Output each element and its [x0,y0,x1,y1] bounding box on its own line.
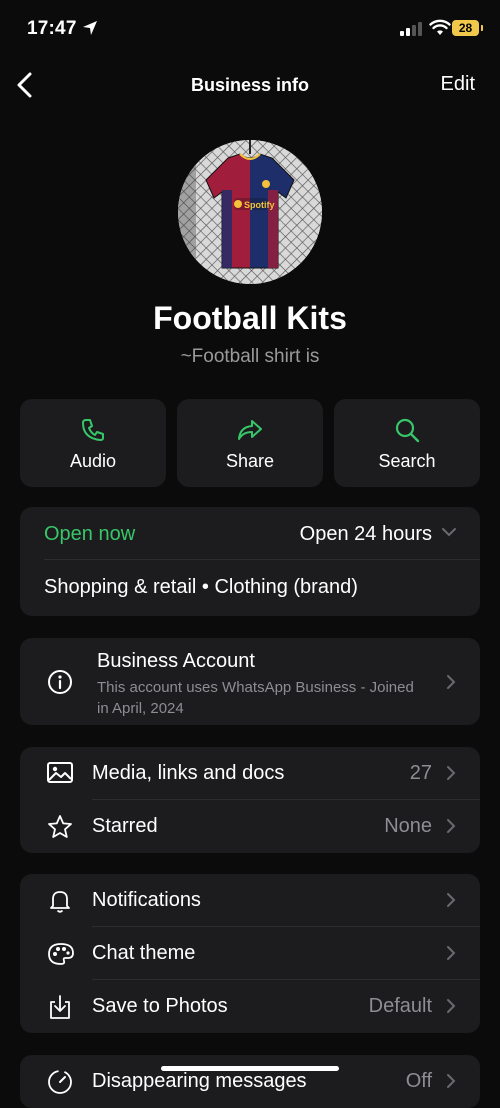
bell-icon [50,891,70,913]
status-bar: 17:47 28 [0,0,500,60]
hours-row[interactable]: Open now Open 24 hours [20,507,480,560]
wifi-icon [429,19,451,35]
chevron-right-icon [447,893,456,907]
share-label: Share [225,451,275,471]
share-icon [238,420,262,440]
image-icon [47,762,73,783]
page-title: Business info [190,75,310,95]
search-label: Search [378,451,436,471]
search-icon [395,418,420,443]
chevron-right-icon [447,999,456,1013]
download-icon [50,995,70,1019]
media-card: Media, links and docs 27 Starred None [20,747,480,853]
chevron-right-icon [447,1074,456,1088]
quick-actions: Audio Share Search [20,399,480,487]
starred-row[interactable]: Starred None [20,800,480,853]
chevron-right-icon [447,819,456,833]
save-to-photos-row[interactable]: Save to Photos Default [20,980,480,1033]
chevron-right-icon [447,675,456,689]
category-row: Shopping & retail • Clothing (brand) [20,560,480,613]
profile-subtitle: ~Football shirt is [180,346,320,367]
profile-name: Football Kits [153,300,347,336]
timer-icon [48,1070,72,1094]
star-icon [48,815,72,838]
palette-icon [48,943,74,965]
chevron-down-icon [442,528,456,537]
media-links-docs-row[interactable]: Media, links and docs 27 [20,747,480,800]
business-category: Shopping & retail • Clothing (brand) [44,576,358,598]
business-account-card[interactable]: Business Account This account uses Whats… [20,638,480,725]
business-account-title: Business Account [97,650,255,672]
media-count: 27 [409,762,432,784]
nav-bar: Business info Edit [0,60,500,110]
phone-icon [82,419,104,441]
open-status: Open now [44,523,136,545]
chevron-right-icon [447,946,456,960]
notifications-label: Notifications [92,889,201,911]
save-to-photos-label: Save to Photos [92,995,228,1017]
audio-call-button[interactable]: Audio [20,399,166,487]
location-arrow-icon [83,21,97,35]
business-account-description: This account uses WhatsApp Business - Jo… [97,679,414,717]
battery-indicator: 28 [452,20,483,36]
hours-value: Open 24 hours [299,523,432,545]
profile-avatar[interactable]: Spotify [178,140,322,284]
starred-label: Starred [92,815,158,837]
cellular-signal-icon [400,22,422,36]
status-time: 17:47 [27,18,77,39]
business-hours-card: Open now Open 24 hours Shopping & retail… [20,507,480,616]
chat-theme-row[interactable]: Chat theme [20,927,480,980]
edit-button[interactable]: Edit [441,73,475,96]
notifications-row[interactable]: Notifications [20,874,480,927]
audio-label: Audio [69,451,117,471]
search-button[interactable]: Search [334,399,480,487]
jersey-sponsor-text: Spotify [244,200,275,210]
media-label: Media, links and docs [92,762,285,784]
home-indicator[interactable] [161,1066,339,1071]
jersey-photo: Spotify [178,140,322,284]
save-to-photos-value: Default [368,995,432,1017]
info-icon [48,670,72,694]
chat-settings-card: Notifications Chat theme Save to Photos … [20,874,480,1033]
starred-value: None [384,815,432,837]
chevron-right-icon [447,766,456,780]
chat-theme-label: Chat theme [92,942,196,964]
share-button[interactable]: Share [177,399,323,487]
